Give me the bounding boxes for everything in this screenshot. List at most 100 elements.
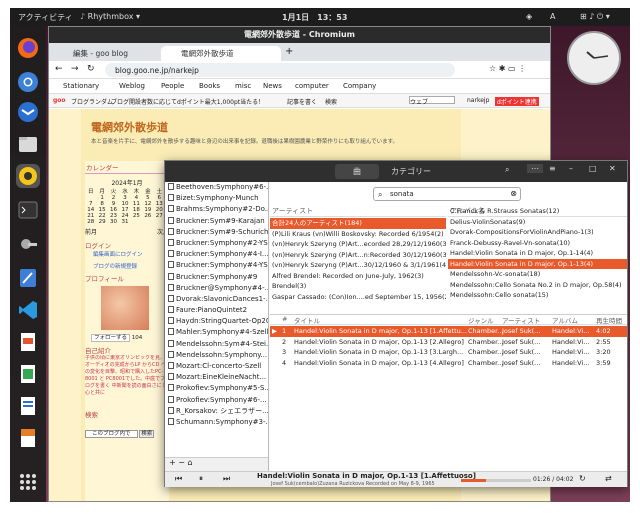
bookmark-8[interactable]: Company <box>343 82 376 90</box>
artist-row[interactable]: (vn)Henryk Szeryng (P)Art...30/12/1960 &… <box>270 260 446 271</box>
playlist-item[interactable]: Bruckner:Sym#9-Schuricht <box>165 227 268 238</box>
sidebar-actions[interactable]: + − ⌂ <box>165 457 268 471</box>
reload-icon[interactable]: ↻ <box>87 64 95 74</box>
album-row[interactable]: Handel:Violin Sonata in D major, Op.1-14… <box>448 248 627 259</box>
col-album[interactable]: アルバム <box>552 315 578 325</box>
previous-icon[interactable]: ⏮ <box>175 474 182 484</box>
album-row[interactable]: Mendelssohn:Cello Sonata No.2 in D major… <box>448 280 627 291</box>
terminal-icon[interactable] <box>16 198 40 222</box>
bookmark-4[interactable]: Books <box>199 82 220 90</box>
hamburger-icon[interactable]: ≡ <box>549 164 556 173</box>
col-genre[interactable]: ジャンル <box>468 315 494 325</box>
forward-icon[interactable]: → <box>71 64 79 74</box>
shuffle-icon[interactable]: ⇄ <box>605 474 612 483</box>
bookmark-1[interactable]: Stationary <box>63 82 99 90</box>
pause-icon[interactable]: ⏸ <box>199 474 203 484</box>
blog-title[interactable]: 電網郊外散歩道 <box>91 119 168 135</box>
album-row[interactable]: C.Franck & R.Strauss Sonatas(12) <box>448 206 627 217</box>
playlist-item[interactable]: Prokofiev:Symphony#5-S... <box>165 383 268 394</box>
artist-row[interactable]: (vn)Henryk Szeryng (P)Art...ecorded 28,2… <box>270 239 446 250</box>
playlist-item[interactable]: Faure:PianoQuintet2 <box>165 305 268 316</box>
shield-icon[interactable]: ◈ <box>526 12 532 21</box>
url-field[interactable]: blog.goo.ne.jp/narkejp <box>105 63 455 77</box>
extensions-icon[interactable]: ☆ ✱ ▭ ⋮ <box>489 64 526 73</box>
network-icon[interactable]: ⊞ ♪ ⏻ ▾ <box>580 12 610 22</box>
follow-button[interactable]: フォローする <box>91 334 131 342</box>
goo-user[interactable]: narkejp <box>467 97 489 104</box>
new-tab-button[interactable]: + <box>285 46 293 57</box>
bookmark-2[interactable]: Weblog <box>119 82 145 90</box>
playlist-item[interactable]: Mahler:Symphony#4-Szell <box>165 327 268 338</box>
calendar-day[interactable]: 30 <box>108 219 119 225</box>
playlist-item[interactable]: Bruckner:Symphony#4-I... <box>165 249 268 260</box>
playlist-item[interactable]: Mendelssohn:Symphony... <box>165 350 268 361</box>
goo-link-random[interactable]: ランダム <box>89 97 113 106</box>
tab-blog[interactable]: 電網郊外散歩道 <box>161 46 281 61</box>
playlist-item[interactable]: Haydn:StringQuartet-Op20 <box>165 316 268 327</box>
calendar-day[interactable] <box>142 219 153 225</box>
bookmark-3[interactable]: People <box>161 82 184 90</box>
chromium-icon[interactable] <box>16 70 40 94</box>
playlist-item[interactable]: Mozart:EineKleineNacht... <box>165 372 268 383</box>
blog-search-button[interactable]: 検索 <box>139 430 155 438</box>
playlist-item[interactable]: Bruckner:Symphony#9 <box>165 272 268 283</box>
system-tool-icon[interactable] <box>16 232 40 256</box>
prev-month-link[interactable]: 前月 <box>85 229 97 236</box>
minimize-icon[interactable]: – <box>569 164 573 173</box>
album-row[interactable]: Mendelssohn:Cello sonata(15) <box>448 290 627 301</box>
playlist-item[interactable]: Dvorak:SlavonicDances1-... <box>165 294 268 305</box>
search-icon[interactable]: ⌕ <box>505 165 509 175</box>
track-row[interactable]: 3 Handel:Violin Sonata in D major, Op.1-1… <box>270 347 627 358</box>
playlist-item[interactable]: Prokofiev:Symphony#6-... <box>165 395 268 406</box>
calendar-day[interactable]: 31 <box>119 219 130 225</box>
writer-icon[interactable] <box>16 394 40 418</box>
login-link[interactable]: 編集画面にログイン <box>85 250 169 258</box>
playlist-item[interactable]: Beethoven:Symphony#6-... <box>165 182 268 193</box>
new-blog-link[interactable]: ブログの新規登録 <box>85 262 169 270</box>
clock-label[interactable]: 1月1日 13：53 <box>282 12 347 23</box>
artist-row[interactable]: Gaspar Cassado: (Con)Ion....ed September… <box>270 292 446 303</box>
maximize-icon[interactable]: □ <box>589 164 597 173</box>
impress-icon[interactable] <box>16 330 40 354</box>
playlist-item[interactable]: Mozart:Cl-concerto-Szell <box>165 361 268 372</box>
artist-row[interactable]: (P)Lili Kraus (vn)Willi Boskovsky: Recor… <box>270 229 446 240</box>
thunderbird-icon[interactable] <box>16 100 40 124</box>
search-field[interactable]: ⌕ sonata ⊗ <box>373 187 521 201</box>
album-row[interactable]: Delius-ViolinSonatas(9) <box>448 217 627 228</box>
close-icon[interactable]: ✕ <box>609 164 616 173</box>
editor-icon[interactable] <box>16 266 40 290</box>
bookmark-7[interactable]: computer <box>295 82 329 90</box>
activities-button[interactable]: アクティビティ <box>18 12 73 23</box>
vscode-icon[interactable] <box>16 298 40 322</box>
artist-row[interactable]: Brendel(3) <box>270 281 446 292</box>
playlist-item[interactable]: Bruckner@Symphony#4-... <box>165 283 268 294</box>
next-icon[interactable]: ⏭ <box>223 474 230 484</box>
playlist-item[interactable]: Bizet:Symphony-Munch <box>165 193 268 204</box>
bookmark-6[interactable]: News <box>263 82 282 90</box>
clear-search-icon[interactable]: ⊗ <box>510 189 517 198</box>
points-badge[interactable]: dポイント連携 <box>495 97 539 106</box>
tab-category[interactable]: カテゴリー <box>381 164 441 179</box>
document-icon[interactable] <box>16 426 40 450</box>
overflow-menu-icon[interactable]: ⋯ <box>527 164 543 173</box>
calendar-day[interactable]: 28 <box>85 219 96 225</box>
album-row[interactable]: Handel:Violin Sonata in D major, Op.1-13… <box>448 258 627 269</box>
album-row[interactable]: Mendelssohn-Vc-sonata(18) <box>448 269 627 280</box>
goo-logo[interactable]: goo <box>53 97 66 104</box>
artist-row[interactable]: (vn)Henryk Szeryng (P)Art...n:Recorded 3… <box>270 250 446 261</box>
playlist-item[interactable]: Brahms:Symphony#2-Do... <box>165 204 268 215</box>
app-menu[interactable]: ♪ Rhythmbox ▾ <box>80 12 140 21</box>
write-post-link[interactable]: 記事を書く <box>287 97 317 106</box>
playlist-item[interactable]: R_Korsakov: シェエラザー... <box>165 406 268 417</box>
app-grid-icon[interactable] <box>16 470 40 494</box>
col-number[interactable]: # <box>282 315 287 323</box>
playlist-item[interactable]: Schumann:Symphony#3-... <box>165 417 268 428</box>
album-row[interactable]: Dvorak-CompositionsForViolinAndPiano-1(3… <box>448 227 627 238</box>
tab-goo-edit[interactable]: 編集 - goo blog <box>53 46 161 61</box>
goo-promo[interactable]: ブログ開設者数に応じてdポイント最大1,000pt当たる！ <box>111 97 264 106</box>
artist-header[interactable]: アーティスト <box>270 206 446 217</box>
playlist-item[interactable]: Bruckner:Symphony#2-YSO <box>165 238 268 249</box>
repeat-icon[interactable]: ↻ <box>579 474 586 483</box>
playlist-item[interactable]: Bruckner:Symphony#4-YSO <box>165 260 268 271</box>
files-icon[interactable] <box>16 132 40 156</box>
